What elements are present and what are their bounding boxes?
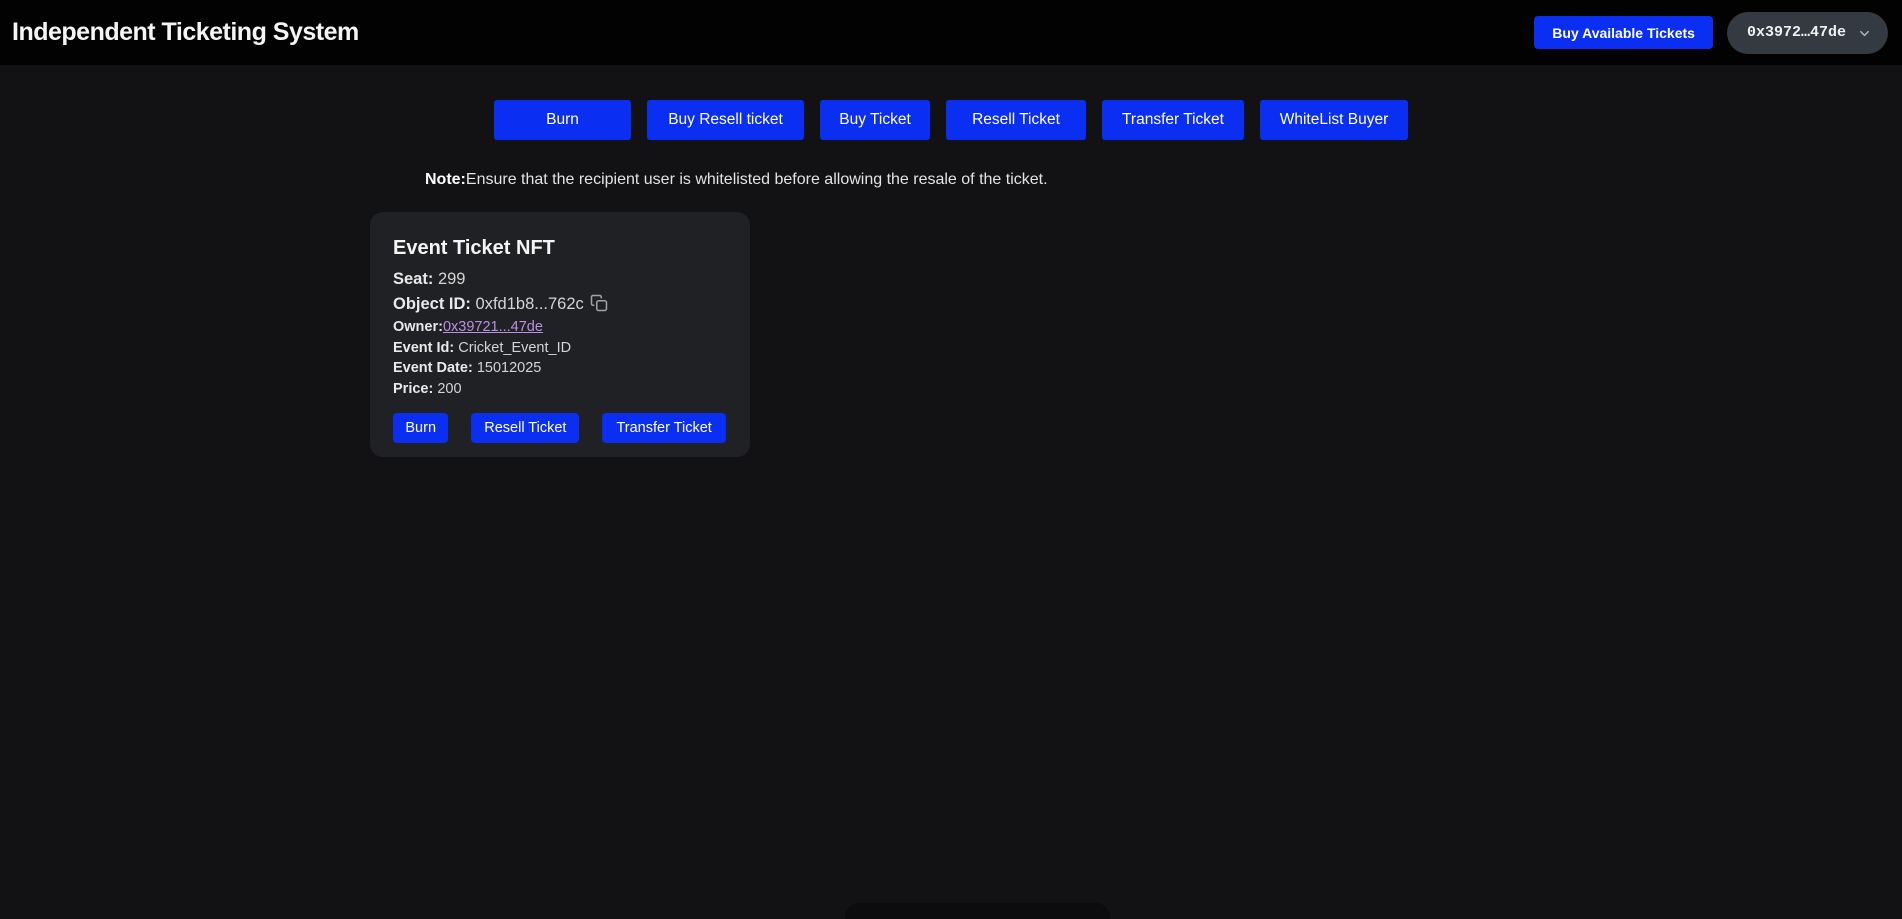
event-ticket-card: Event Ticket NFT Seat: 299 Object ID: 0x… <box>370 212 750 457</box>
buy-available-tickets-button[interactable]: Buy Available Tickets <box>1534 16 1713 49</box>
action-nav: Burn Buy Resell ticket Buy Ticket Resell… <box>0 100 1902 140</box>
object-id-text: Object ID: 0xfd1b8...762c <box>393 293 584 315</box>
nav-buy-resell-ticket-button[interactable]: Buy Resell ticket <box>647 100 804 140</box>
event-date-value: 15012025 <box>477 360 542 376</box>
bottom-sheet-hint <box>845 903 1110 919</box>
card-transfer-ticket-button[interactable]: Transfer Ticket <box>602 413 726 443</box>
card-title: Event Ticket NFT <box>393 237 726 260</box>
event-date-label: Event Date: <box>393 360 473 376</box>
seat-value: 299 <box>438 270 466 288</box>
nav-resell-ticket-button[interactable]: Resell Ticket <box>946 100 1086 140</box>
nav-whitelist-buyer-button[interactable]: WhiteList Buyer <box>1260 100 1408 140</box>
owner-row: Owner:0x39721...47de <box>393 318 726 338</box>
event-id-value: Cricket_Event_ID <box>458 340 571 356</box>
header-actions: Buy Available Tickets 0x3972…47de <box>1534 12 1888 54</box>
event-date-row: Event Date: 15012025 <box>393 359 726 379</box>
app-title: Independent Ticketing System <box>12 18 359 47</box>
nav-burn-button[interactable]: Burn <box>494 100 631 140</box>
card-burn-button[interactable]: Burn <box>393 413 448 443</box>
event-id-row: Event Id: Cricket_Event_ID <box>393 339 726 359</box>
app-header: Independent Ticketing System Buy Availab… <box>0 0 1902 65</box>
seat-row: Seat: 299 <box>393 269 726 290</box>
note-label: Note: <box>425 171 466 188</box>
copy-icon <box>590 294 608 315</box>
nav-transfer-ticket-button[interactable]: Transfer Ticket <box>1102 100 1244 140</box>
wallet-account-button[interactable]: 0x3972…47de <box>1727 12 1888 54</box>
page: Independent Ticketing System Buy Availab… <box>0 0 1902 919</box>
card-actions: Burn Resell Ticket Transfer Ticket <box>393 413 726 443</box>
owner-address-link[interactable]: 0x39721...47de <box>443 319 543 335</box>
chevron-down-icon <box>1857 26 1872 41</box>
price-value: 200 <box>437 381 461 397</box>
event-id-label: Event Id: <box>393 340 454 356</box>
card-resell-ticket-button[interactable]: Resell Ticket <box>471 413 579 443</box>
object-id-label: Object ID: <box>393 295 471 313</box>
wallet-address: 0x3972…47de <box>1747 24 1846 41</box>
nav-buy-ticket-button[interactable]: Buy Ticket <box>820 100 930 140</box>
note-text: Ensure that the recipient user is whitel… <box>466 171 1048 188</box>
copy-object-id-button[interactable] <box>590 294 608 315</box>
object-id-row: Object ID: 0xfd1b8...762c <box>393 293 726 315</box>
whitelist-note: Note:Ensure that the recipient user is w… <box>425 169 1048 191</box>
seat-label: Seat: <box>393 270 433 288</box>
object-id-value: 0xfd1b8...762c <box>476 295 584 313</box>
owner-label: Owner: <box>393 319 443 335</box>
price-row: Price: 200 <box>393 380 726 400</box>
price-label: Price: <box>393 381 433 397</box>
